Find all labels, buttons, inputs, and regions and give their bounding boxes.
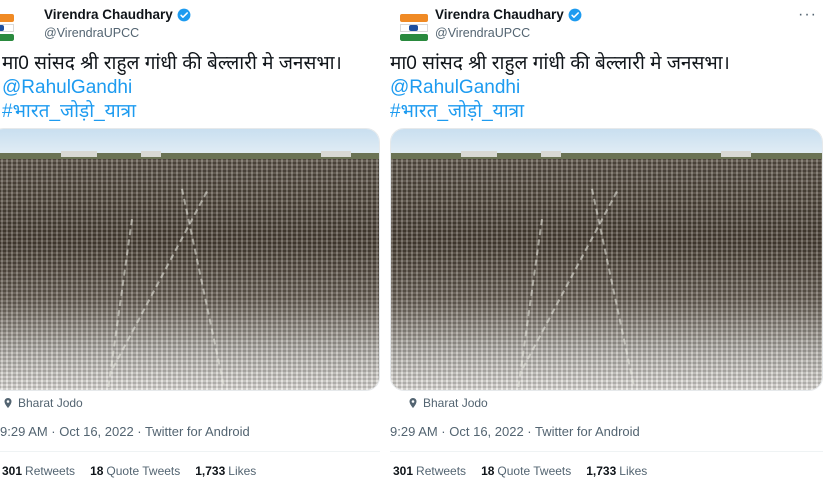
author-handle[interactable]: @VirendraUPCC — [44, 26, 139, 40]
tweet-text-line: मा0 सांसद श्री राहुल गांधी की बेल्लारी म… — [2, 53, 342, 74]
location-pin-icon — [409, 398, 417, 408]
quote-count: 18 — [481, 464, 495, 478]
likes-label: Likes — [619, 464, 648, 478]
retweets-count: 301 — [393, 464, 414, 478]
retweets-label: Retweets — [416, 464, 467, 478]
location-label: Bharat Jodo — [18, 396, 83, 410]
engagement-stats: 301 Retweets 18 Quote Tweets 1,733 Likes — [2, 464, 271, 478]
tweet-image[interactable] — [390, 128, 823, 391]
likes-count: 1,733 — [586, 464, 617, 478]
more-options-icon[interactable]: ··· — [798, 6, 817, 24]
location-pin-icon — [4, 398, 12, 408]
tweet-header: Virendra Chaudhary @VirendraUPCC ··· — [390, 4, 823, 48]
engagement-stats: 301 Retweets 18 Quote Tweets 1,733 Likes — [393, 464, 662, 478]
tweet-timestamp[interactable]: 9:29 AM · Oct 16, 2022 · Twitter for And… — [390, 424, 640, 439]
likes-stat[interactable]: 1,733 Likes — [195, 464, 256, 478]
quote-count: 18 — [90, 464, 104, 478]
verified-badge-icon — [177, 8, 191, 21]
retweets-label: Retweets — [25, 464, 76, 478]
retweets-stat[interactable]: 301 Retweets — [2, 464, 75, 478]
author-name[interactable]: Virendra Chaudhary — [435, 7, 564, 22]
tweet-panel-right: Virendra Chaudhary @VirendraUPCC ··· मा0… — [390, 0, 823, 494]
tweet-timestamp[interactable]: 9:29 AM · Oct 16, 2022 · Twitter for And… — [0, 424, 250, 439]
location-tag[interactable]: Bharat Jodo — [2, 396, 83, 410]
likes-label: Likes — [228, 464, 257, 478]
hashtag-link[interactable]: #भारत_जोड़ो_यात्रा — [390, 100, 730, 124]
avatar[interactable] — [395, 8, 433, 46]
tweet-header: Virendra Chaudhary @VirendraUPCC — [0, 4, 380, 48]
quote-tweets-stat[interactable]: 18 Quote Tweets — [90, 464, 180, 478]
likes-stat[interactable]: 1,733 Likes — [586, 464, 647, 478]
tweet-text: मा0 सांसद श्री राहुल गांधी की बेल्लारी म… — [390, 52, 730, 124]
author-handle[interactable]: @VirendraUPCC — [435, 26, 530, 40]
location-tag[interactable]: Bharat Jodo — [407, 396, 488, 410]
location-label: Bharat Jodo — [423, 396, 488, 410]
tweet-image[interactable] — [0, 128, 380, 391]
panel-separator — [383, 0, 387, 494]
author-row: Virendra Chaudhary — [435, 7, 582, 22]
tweet-text-line: मा0 सांसद श्री राहुल गांधी की बेल्लारी म… — [390, 53, 730, 74]
author-row: Virendra Chaudhary — [44, 7, 191, 22]
mention-link[interactable]: @RahulGandhi — [390, 76, 730, 100]
retweets-count: 301 — [2, 464, 23, 478]
mention-link[interactable]: @RahulGandhi — [2, 76, 342, 100]
divider — [390, 451, 823, 452]
divider — [0, 451, 380, 452]
tweet-panel-left: Virendra Chaudhary @VirendraUPCC मा0 सां… — [0, 0, 380, 494]
quote-label: Quote Tweets — [497, 464, 572, 478]
avatar[interactable] — [0, 8, 19, 46]
retweets-stat[interactable]: 301 Retweets — [393, 464, 466, 478]
likes-count: 1,733 — [195, 464, 226, 478]
tweet-text: मा0 सांसद श्री राहुल गांधी की बेल्लारी म… — [2, 52, 342, 124]
hashtag-link[interactable]: #भारत_जोड़ो_यात्रा — [2, 100, 342, 124]
quote-tweets-stat[interactable]: 18 Quote Tweets — [481, 464, 571, 478]
author-name[interactable]: Virendra Chaudhary — [44, 7, 173, 22]
verified-badge-icon — [568, 8, 582, 21]
quote-label: Quote Tweets — [106, 464, 181, 478]
